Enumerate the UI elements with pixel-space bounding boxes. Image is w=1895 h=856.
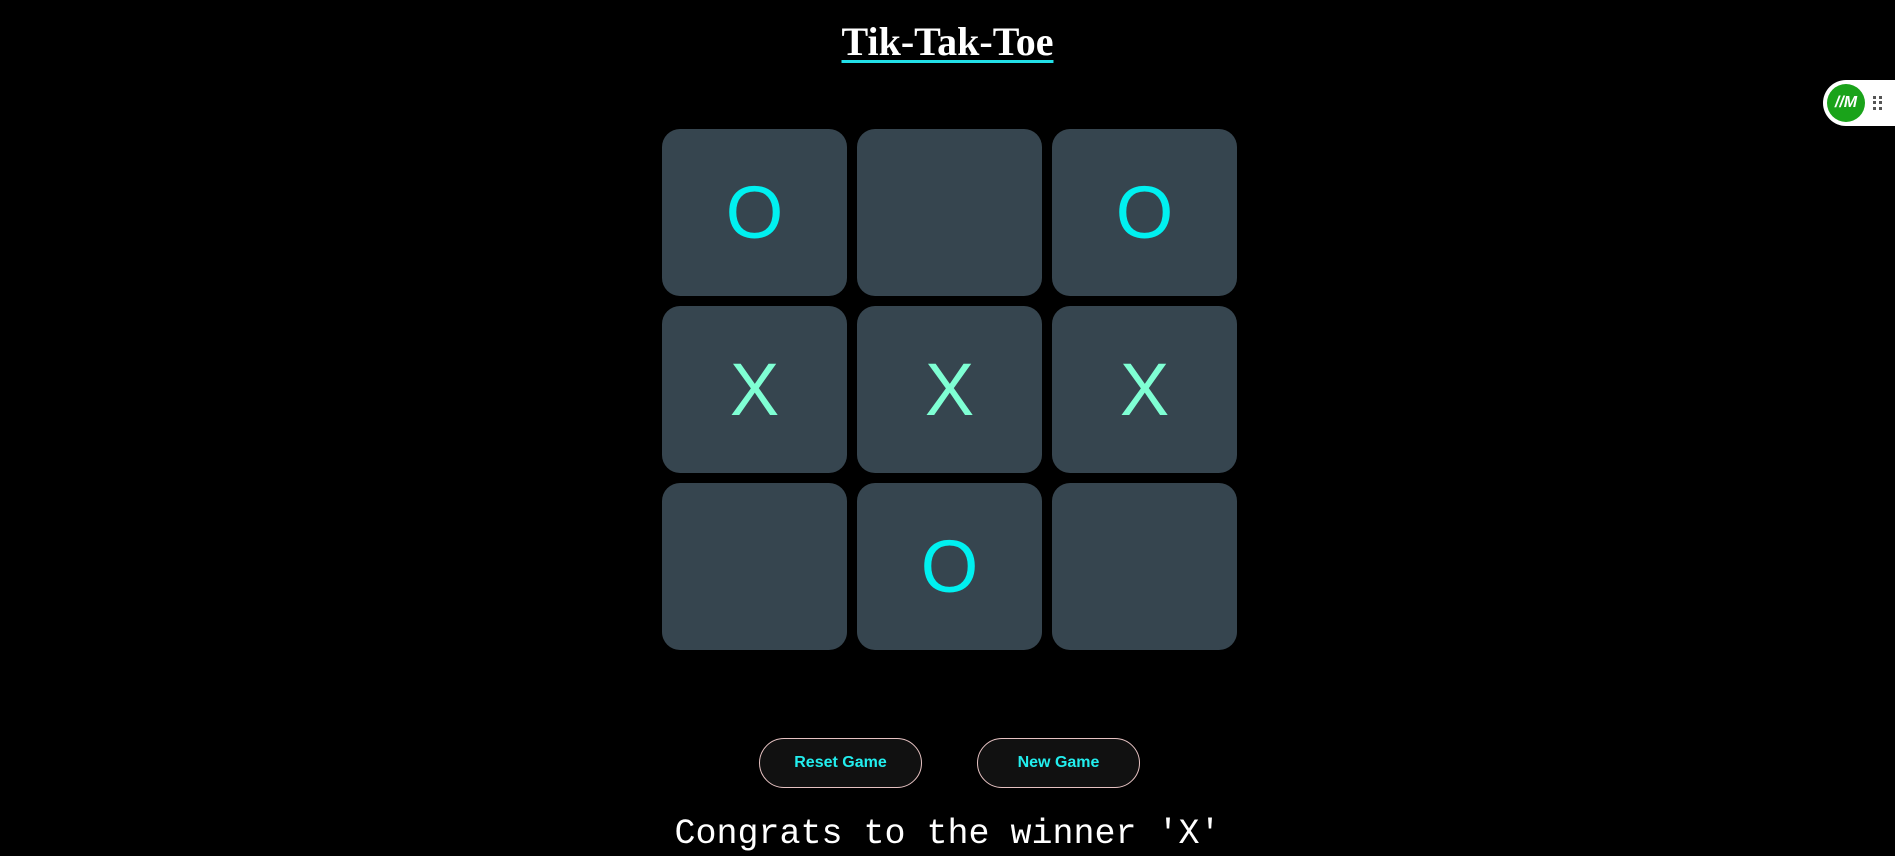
board-cell-4[interactable]: X xyxy=(662,306,847,473)
drag-handle-icon[interactable] xyxy=(1873,96,1883,110)
board-cell-9[interactable] xyxy=(1052,483,1237,650)
board-cell-5[interactable]: X xyxy=(857,306,1042,473)
title-text: Tik-Tak-Toe xyxy=(841,19,1054,64)
game-board: O O X X X O xyxy=(662,129,1237,650)
board-cell-1[interactable]: O xyxy=(662,129,847,296)
new-game-button[interactable]: New Game xyxy=(977,738,1140,788)
page-title: Tik-Tak-Toe xyxy=(0,18,1895,65)
extension-widget[interactable]: //M xyxy=(1823,80,1895,126)
board-cell-6[interactable]: X xyxy=(1052,306,1237,473)
board-cell-8[interactable]: O xyxy=(857,483,1042,650)
board-cell-3[interactable]: O xyxy=(1052,129,1237,296)
reset-game-button[interactable]: Reset Game xyxy=(759,738,922,788)
extension-logo-icon[interactable]: //M xyxy=(1827,84,1865,122)
board-cell-7[interactable] xyxy=(662,483,847,650)
board-cell-2[interactable] xyxy=(857,129,1042,296)
winner-message: Congrats to the winner 'X' xyxy=(674,814,1221,854)
